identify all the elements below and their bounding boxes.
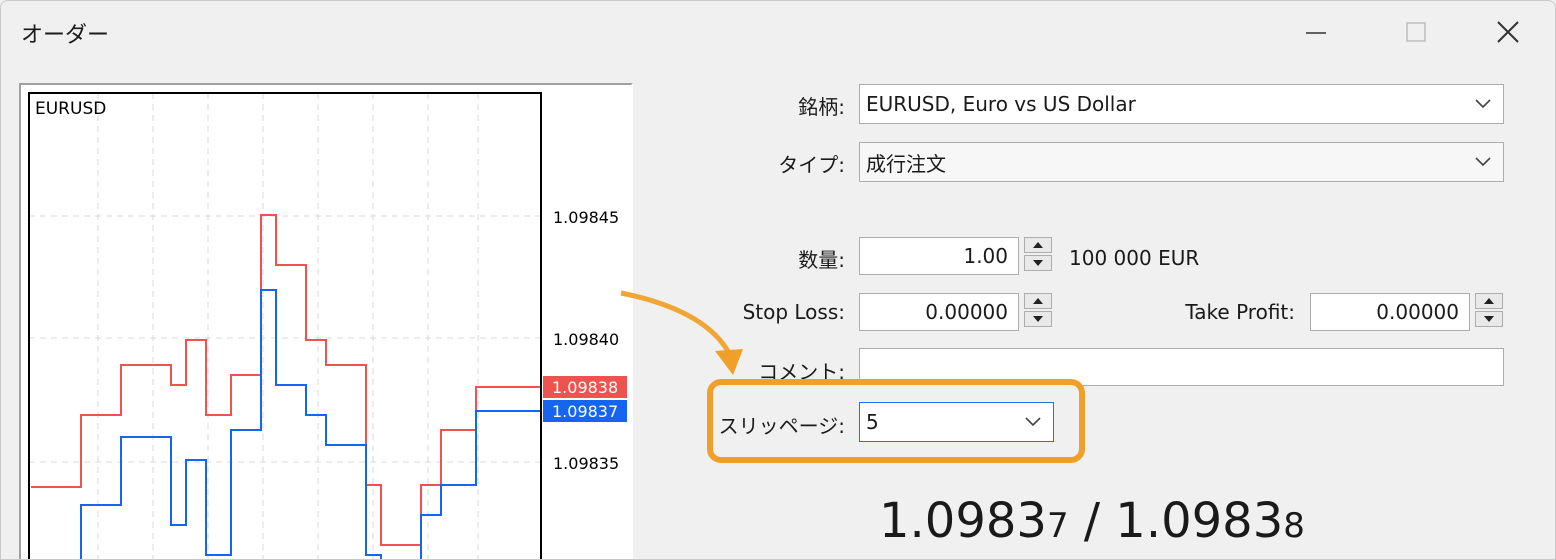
- minimize-button[interactable]: [1286, 9, 1346, 55]
- volume-label: 数量:: [798, 248, 845, 272]
- volume-stepper[interactable]: [1024, 237, 1054, 273]
- type-label: タイプ:: [778, 153, 845, 177]
- volume-value: 1.00: [963, 244, 1008, 268]
- chevron-down-icon: [1463, 143, 1503, 181]
- bid-price-small: 7: [1046, 506, 1069, 546]
- maximize-icon: [1406, 22, 1426, 42]
- takeprofit-stepper[interactable]: [1475, 293, 1505, 329]
- ask-price-main: 1.0983: [1115, 493, 1284, 549]
- type-value: 成行注文: [866, 151, 946, 176]
- callout-arrow-icon: [620, 290, 743, 375]
- stoploss-label: Stop Loss:: [742, 300, 845, 324]
- window-title: オーダー: [21, 23, 110, 48]
- volume-unit: 100 000 EUR: [1069, 246, 1200, 270]
- ask-price-small: 8: [1283, 506, 1305, 546]
- plot-frame: [28, 92, 542, 559]
- bid-price-label: 1.09837: [552, 402, 618, 421]
- bid-ask-quote: 1.09837 / 1.09838: [879, 493, 1305, 549]
- slippage-value: 5: [866, 410, 879, 434]
- symbol-label: 銘柄:: [798, 95, 845, 119]
- quote-separator: /: [1083, 493, 1101, 549]
- close-icon: [1497, 21, 1519, 43]
- type-select[interactable]: 成行注文: [859, 142, 1504, 182]
- minimize-icon: [1306, 32, 1326, 34]
- close-button[interactable]: [1478, 9, 1538, 55]
- increment-up-icon[interactable]: [1024, 293, 1052, 309]
- takeprofit-value: 0.00000: [1376, 300, 1459, 324]
- decrement-down-icon[interactable]: [1024, 311, 1052, 327]
- tick-chart-canvas: EURUSD 1.09845 1.09840 1.09835 1.09838 1…: [28, 92, 627, 559]
- decrement-down-icon[interactable]: [1024, 255, 1052, 271]
- slippage-label: スリッページ:: [718, 414, 845, 438]
- symbol-value: EURUSD, Euro vs US Dollar: [866, 92, 1136, 116]
- increment-up-icon[interactable]: [1475, 293, 1503, 309]
- slippage-select[interactable]: 5: [859, 402, 1054, 442]
- bid-price-line: [80, 289, 541, 559]
- chart-symbol: EURUSD: [35, 99, 106, 119]
- decrement-down-icon[interactable]: [1475, 311, 1503, 327]
- ask-price-line: [31, 214, 541, 546]
- chevron-down-icon: [1463, 85, 1503, 123]
- tick-chart: EURUSD 1.09845 1.09840 1.09835 1.09838 1…: [19, 83, 633, 559]
- price-tick: 1.09845: [553, 208, 619, 227]
- increment-up-icon[interactable]: [1024, 237, 1052, 253]
- maximize-button[interactable]: [1386, 9, 1446, 55]
- bid-price-main: 1.0983: [879, 493, 1047, 549]
- chevron-down-icon: [1013, 403, 1053, 441]
- symbol-select[interactable]: EURUSD, Euro vs US Dollar: [859, 84, 1504, 124]
- takeprofit-input[interactable]: 0.00000: [1310, 293, 1470, 331]
- volume-input[interactable]: 1.00: [859, 237, 1019, 275]
- stoploss-value: 0.00000: [925, 300, 1008, 324]
- price-tick: 1.09835: [553, 454, 619, 473]
- order-dialog: オーダー EURUSD 1.09845 1.09840 1.09835 1.09…: [0, 0, 1556, 560]
- takeprofit-label: Take Profit:: [1185, 300, 1295, 324]
- stoploss-stepper[interactable]: [1024, 293, 1054, 329]
- stoploss-input[interactable]: 0.00000: [859, 293, 1019, 331]
- title-bar: オーダー: [1, 1, 1555, 63]
